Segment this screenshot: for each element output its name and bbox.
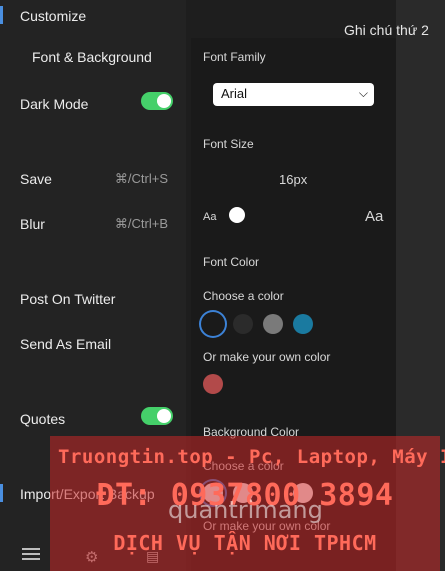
font-family-select[interactable]: Arial ⌵	[213, 83, 374, 106]
quotes-toggle[interactable]	[141, 407, 173, 425]
menu-accent-import	[0, 484, 3, 502]
menu-accent-customize	[0, 6, 3, 24]
font-size-min-label: Aa	[203, 211, 217, 223]
custom-font-color-swatch[interactable]	[203, 374, 223, 394]
bg-color-swatch[interactable]	[293, 483, 313, 503]
bg-choose-color-label: Choose a color	[203, 459, 284, 473]
blur-shortcut: ⌘/Ctrl+B	[114, 216, 168, 231]
save-shortcut: ⌘/Ctrl+S	[114, 171, 168, 186]
font-color-swatch[interactable]	[233, 314, 253, 334]
font-color-swatch[interactable]	[263, 314, 283, 334]
toggle-knob	[157, 409, 171, 423]
font-family-label: Font Family	[203, 50, 266, 64]
choose-color-label: Choose a color	[203, 289, 284, 303]
font-color-swatch[interactable]	[293, 314, 313, 334]
menu-panel: Customize Font & Background Dark Mode Sa…	[0, 0, 186, 571]
font-size-label: Font Size	[203, 137, 254, 151]
note-background	[396, 0, 445, 571]
bg-color-swatch[interactable]	[203, 483, 223, 503]
menu-item-quotes: Quotes	[20, 411, 66, 427]
font-color-swatch[interactable]	[203, 314, 223, 334]
menu-icon[interactable]	[22, 548, 40, 564]
bg-own-color-label: Or make your own color	[203, 519, 331, 533]
menu-item-import-export[interactable]: Import/Export Backup	[20, 486, 155, 502]
dark-mode-toggle[interactable]	[141, 92, 173, 110]
toggle-knob	[157, 94, 171, 108]
menu-item-customize[interactable]: Customize	[20, 8, 86, 24]
font-size-value: 16px	[279, 172, 308, 187]
font-color-label: Font Color	[203, 255, 260, 269]
font-size-slider[interactable]	[229, 207, 245, 223]
menu-item-save[interactable]: Save	[20, 171, 52, 187]
note-title: Ghi chú thứ 2	[344, 22, 429, 38]
font-family-value: Arial	[221, 86, 248, 101]
own-color-label: Or make your own color	[203, 350, 331, 364]
bg-color-swatch[interactable]	[233, 483, 253, 503]
menu-item-font-background[interactable]: Font & Background	[32, 49, 152, 65]
gear-icon[interactable]: ⚙	[85, 548, 103, 566]
chat-icon[interactable]: ▤	[146, 548, 164, 564]
font-size-max-label: Aa	[365, 208, 384, 225]
menu-item-post-twitter[interactable]: Post On Twitter	[20, 291, 115, 307]
menu-item-send-email[interactable]: Send As Email	[20, 336, 111, 352]
background-color-label: Background Color	[203, 425, 300, 439]
chevron-down-icon: ⌵	[358, 86, 368, 100]
menu-item-blur[interactable]: Blur	[20, 216, 45, 232]
menu-item-dark-mode: Dark Mode	[20, 96, 89, 112]
